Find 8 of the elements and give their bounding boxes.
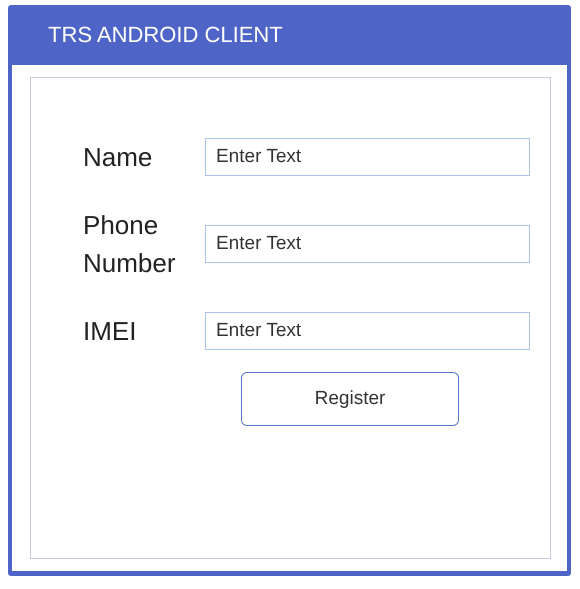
input-field[interactable]: Enter Text (205, 225, 530, 263)
input-field[interactable]: Enter Text (205, 312, 530, 350)
window-title: TRS ANDROID CLIENT (48, 22, 283, 48)
input-field[interactable]: Enter Text (205, 138, 530, 176)
field-label: Phone Number (83, 209, 176, 280)
field-label: Name (83, 141, 154, 174)
field-label: IMEI (83, 315, 138, 348)
register-button[interactable]: Register (241, 372, 459, 426)
